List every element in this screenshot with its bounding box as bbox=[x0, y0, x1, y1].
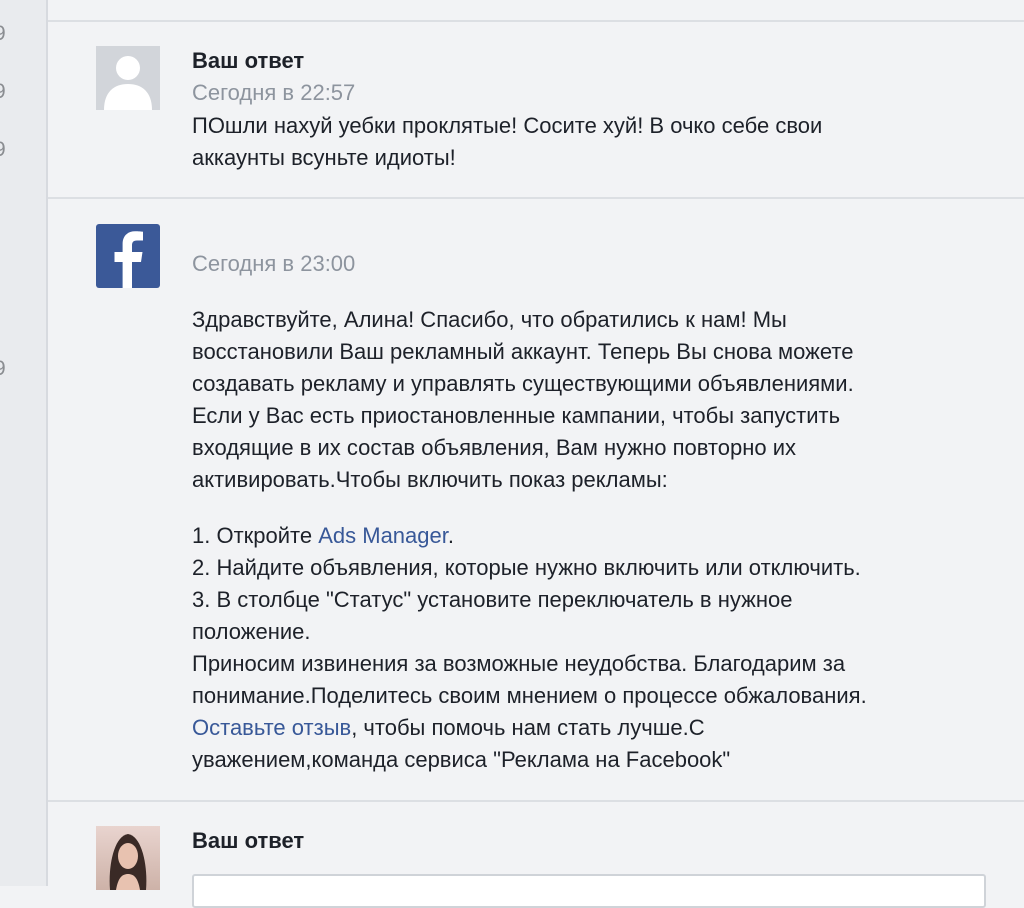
step-1-text: 1. Откройте bbox=[192, 523, 319, 548]
message-timestamp: Сегодня в 22:57 bbox=[192, 80, 356, 105]
reply-input[interactable] bbox=[192, 874, 986, 908]
message-divider bbox=[48, 197, 1024, 199]
message-body: ПОшли нахуй уебки проклятые! Сосите хуй!… bbox=[192, 110, 822, 174]
user-avatar bbox=[96, 826, 160, 890]
step-1: 1. Откройте Ads Manager. bbox=[192, 520, 867, 552]
step-3: 3. В столбце "Статус" установите переклю… bbox=[192, 587, 793, 612]
feedback-line: Оставьте отзыв, чтобы помочь нам стать л… bbox=[192, 712, 867, 744]
instructions-list: 1. Откройте Ads Manager. 2. Найдите объя… bbox=[192, 520, 867, 776]
message-line: входящие в их состав объявления, Вам нуж… bbox=[192, 435, 797, 460]
message-line: восстановили Ваш рекламный аккаунт. Тепе… bbox=[192, 339, 854, 364]
conversation-thread: Ваш ответ Сегодня в 22:57 ПОшли нахуй уе… bbox=[48, 0, 1024, 908]
ads-manager-link[interactable]: Ads Manager bbox=[318, 523, 448, 548]
step-1-suffix: . bbox=[447, 523, 454, 548]
author-name: Ваш ответ bbox=[192, 828, 305, 853]
step-3-continued: положение. bbox=[192, 619, 311, 644]
signature-line: уважением,команда сервиса "Реклама на Fa… bbox=[192, 747, 731, 772]
message-line: создавать рекламу и управлять существующ… bbox=[192, 371, 854, 396]
message-line: аккаунты всуньте идиоты! bbox=[192, 145, 456, 170]
message-divider bbox=[48, 20, 1024, 22]
default-avatar-icon bbox=[96, 46, 160, 110]
feedback-suffix: , чтобы помочь нам стать лучше.С bbox=[351, 715, 705, 740]
sidebar-count: 9 bbox=[0, 22, 6, 46]
message-divider bbox=[48, 800, 1024, 802]
leave-feedback-link[interactable]: Оставьте отзыв bbox=[192, 715, 351, 740]
step-2: 2. Найдите объявления, которые нужно вкл… bbox=[192, 555, 861, 580]
apology-line: понимание.Поделитесь своим мнением о про… bbox=[192, 683, 867, 708]
sidebar-count: 9 bbox=[0, 80, 6, 104]
message-body: Здравствуйте, Алина! Спасибо, что обрати… bbox=[192, 304, 854, 496]
message-timestamp: Сегодня в 23:00 bbox=[192, 251, 356, 276]
sidebar-count: 9 bbox=[0, 357, 6, 381]
message-line: Если у Вас есть приостановленные кампани… bbox=[192, 403, 841, 428]
message-line: активировать.Чтобы включить показ реклам… bbox=[192, 467, 668, 492]
message-line: ПОшли нахуй уебки проклятые! Сосите хуй!… bbox=[192, 113, 823, 138]
left-sidebar-strip: 9 9 9 9 bbox=[0, 0, 46, 886]
author-name: Ваш ответ bbox=[192, 48, 305, 73]
facebook-logo-icon bbox=[96, 224, 160, 288]
sidebar-count: 9 bbox=[0, 138, 6, 162]
apology-line: Приносим извинения за возможные неудобст… bbox=[192, 651, 846, 676]
message-line: Здравствуйте, Алина! Спасибо, что обрати… bbox=[192, 307, 787, 332]
